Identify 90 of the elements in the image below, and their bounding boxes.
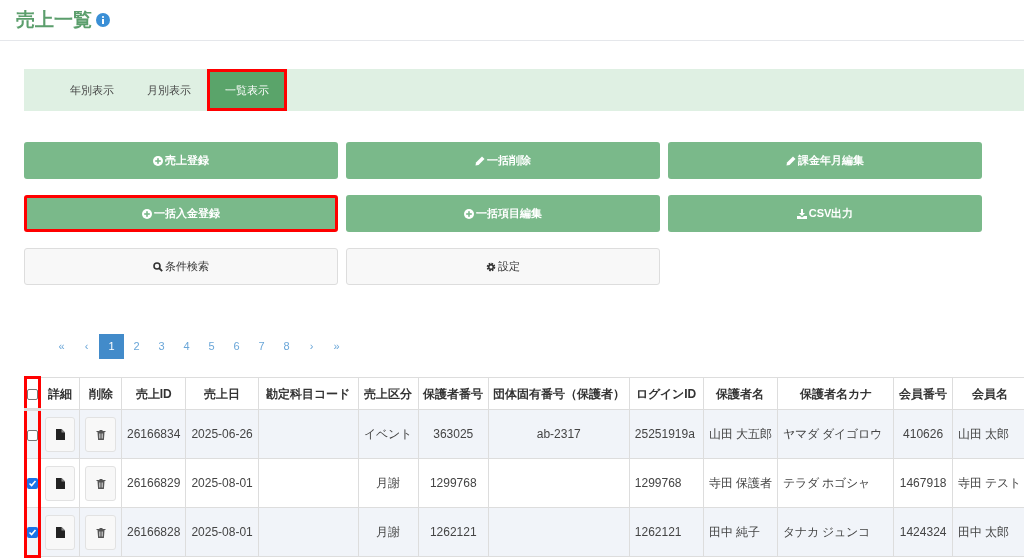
checkbox[interactable] — [27, 388, 38, 400]
table-cell: 26166834 — [127, 427, 181, 441]
table-cell: 1424324 — [899, 525, 947, 539]
table-cell: 寺田 保護者 — [708, 476, 773, 490]
table-cell: 山田 大五郎 — [708, 427, 773, 441]
page-link[interactable]: 7 — [249, 333, 274, 359]
action-button[interactable]: 設定 — [346, 248, 660, 285]
document-icon — [55, 526, 65, 538]
info-icon — [96, 13, 110, 27]
table-cell: テラダ ホゴシャ — [783, 476, 871, 490]
column-header: 会員名 — [971, 386, 1008, 401]
detail-button[interactable] — [45, 514, 75, 550]
column-header: 保護者名カナ — [799, 386, 872, 401]
table-cell: 1299768 — [429, 476, 477, 490]
column-header: 売上ID — [135, 386, 172, 401]
pencil-icon — [475, 155, 485, 166]
checkbox[interactable] — [27, 478, 38, 490]
download-icon — [796, 208, 807, 219]
action-button[interactable]: 一括項目編集 — [346, 195, 660, 232]
table-cell: 1262121 — [634, 525, 682, 539]
action-button[interactable]: 一括入金登録 — [24, 195, 338, 232]
page-link[interactable]: 2 — [124, 333, 149, 359]
table-cell: 25251919a — [634, 427, 695, 441]
table-cell: 寺田 テスト — [958, 476, 1022, 490]
page-link[interactable]: 6 — [224, 333, 249, 359]
column-header: 会員番号 — [899, 386, 948, 401]
delete-button[interactable] — [85, 465, 116, 501]
table-cell: 山田 太郎 — [958, 427, 1010, 441]
page-link[interactable]: › — [299, 333, 324, 359]
action-button[interactable]: 一括削除 — [346, 142, 660, 179]
table-cell: 2025-08-01 — [191, 476, 253, 490]
trash-icon — [95, 526, 106, 538]
page-link[interactable]: 4 — [174, 333, 199, 359]
column-header: 削除 — [88, 386, 113, 401]
column-header: 保護者名 — [716, 386, 765, 401]
column-header: 保護者番号 — [423, 386, 484, 401]
checkbox[interactable] — [27, 526, 38, 538]
action-button[interactable]: 売上登録 — [24, 142, 338, 179]
trash-icon — [95, 428, 106, 440]
plus-circle-icon — [464, 208, 474, 219]
page-link[interactable]: » — [324, 333, 349, 359]
page-link[interactable]: 5 — [199, 333, 224, 359]
action-button[interactable]: 課金年月編集 — [668, 142, 982, 179]
delete-button[interactable] — [85, 514, 116, 550]
plus-circle-icon — [142, 208, 152, 219]
action-button[interactable]: CSV出力 — [668, 195, 982, 232]
table-cell: 田中 純子 — [708, 525, 761, 539]
action-button[interactable]: 条件検索 — [24, 248, 338, 285]
column-header: 詳細 — [48, 386, 72, 401]
page-link[interactable]: 8 — [274, 333, 299, 359]
column-header: 勘定科目コード — [266, 386, 351, 401]
tab[interactable]: 年別表示 — [53, 69, 130, 111]
document-icon — [55, 477, 65, 489]
detail-button[interactable] — [45, 465, 75, 501]
table-cell: 1299768 — [634, 476, 682, 490]
tab[interactable]: 一覧表示 — [207, 69, 287, 111]
table-cell: 363025 — [433, 427, 474, 441]
checkbox[interactable] — [27, 429, 38, 441]
document-icon — [55, 428, 65, 440]
column-header: 売上日 — [204, 386, 241, 401]
table-cell: 26166828 — [127, 525, 181, 539]
settings-icon — [486, 261, 496, 272]
page-link[interactable]: « — [49, 333, 74, 359]
page-link[interactable]: 1 — [99, 333, 124, 359]
table-cell: イベント — [364, 427, 413, 441]
table-cell: 2025-08-01 — [191, 525, 253, 539]
trash-icon — [95, 477, 106, 489]
column-header: 売上区分 — [364, 386, 413, 401]
detail-button[interactable] — [45, 416, 75, 452]
table-cell: 1467918 — [899, 476, 947, 490]
table-cell: 26166829 — [127, 476, 181, 490]
column-header: ログインID — [636, 386, 697, 401]
table-cell: 田中 太郎 — [958, 525, 1010, 539]
table-cell: 月謝 — [376, 476, 401, 490]
search-icon — [153, 261, 163, 272]
table-cell: タナカ ジュンコ — [783, 525, 871, 539]
pencil-icon — [786, 155, 796, 166]
delete-button[interactable] — [85, 416, 116, 452]
table-cell: 月謝 — [376, 525, 401, 539]
table-cell: ヤマダ ダイゴロウ — [783, 427, 883, 441]
tab[interactable]: 月別表示 — [130, 69, 207, 111]
page-title: 売上一覧 — [16, 7, 92, 32]
column-header: 団体固有番号（保護者） — [492, 386, 625, 401]
plus-circle-icon — [153, 155, 163, 166]
page-link[interactable]: ‹ — [74, 333, 99, 359]
table-cell: 2025-06-26 — [191, 427, 253, 441]
page-link[interactable]: 3 — [149, 333, 174, 359]
table-cell: ab-2317 — [536, 427, 581, 441]
table-cell: 410626 — [903, 427, 944, 441]
table-cell: 1262121 — [429, 525, 477, 539]
